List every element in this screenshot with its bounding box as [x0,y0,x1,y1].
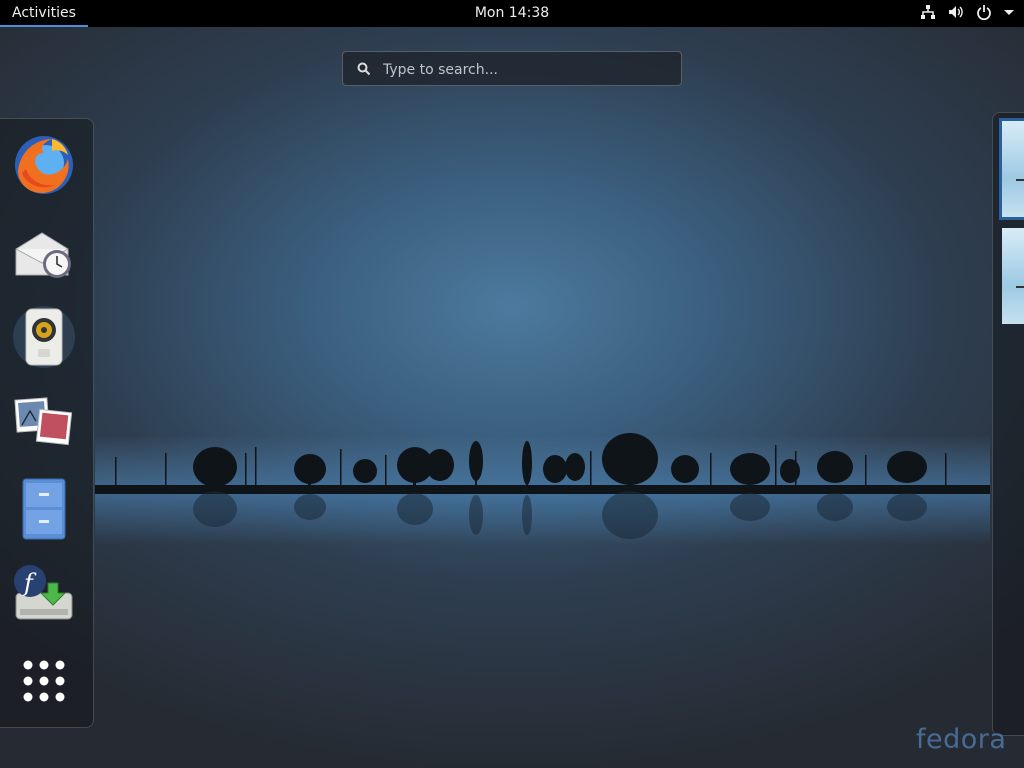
network-icon[interactable] [920,4,936,24]
photos-icon [14,397,73,446]
dash: f [0,118,94,728]
speaker-icon [13,306,75,368]
fedora-watermark: fedora [916,724,1007,755]
search-input[interactable] [381,52,675,87]
firefox-icon [15,136,73,194]
shotwell-launcher[interactable] [12,391,76,455]
fedora-install-launcher[interactable]: f [12,563,76,627]
grid-icon [23,660,65,702]
clock[interactable]: Mon 14:38 [0,0,1024,26]
show-applications-button[interactable] [12,649,76,713]
files-launcher[interactable] [12,477,76,541]
search-icon [357,62,371,76]
workspace-wallpaper-mark [1016,179,1024,181]
workspace-wallpaper-mark [1016,286,1024,288]
search-box[interactable] [342,51,682,87]
evolution-launcher[interactable] [12,219,76,283]
rhythmbox-launcher[interactable] [12,305,76,369]
wallpaper-tree-silhouette [95,433,990,545]
top-bar: Activities Mon 14:38 [0,0,1024,27]
power-icon[interactable] [976,4,992,24]
volume-icon[interactable] [948,4,964,24]
dropdown-arrow-icon[interactable] [1004,4,1014,24]
workspace-switcher [992,112,1024,736]
firefox-launcher[interactable] [12,133,76,197]
file-cabinet-icon [22,478,66,540]
workspace-2[interactable] [1002,228,1024,324]
mail-clock-icon [15,232,71,278]
system-tray[interactable] [920,0,1014,27]
workspace-1[interactable] [999,118,1024,220]
fedora-install-icon: f [14,565,73,620]
